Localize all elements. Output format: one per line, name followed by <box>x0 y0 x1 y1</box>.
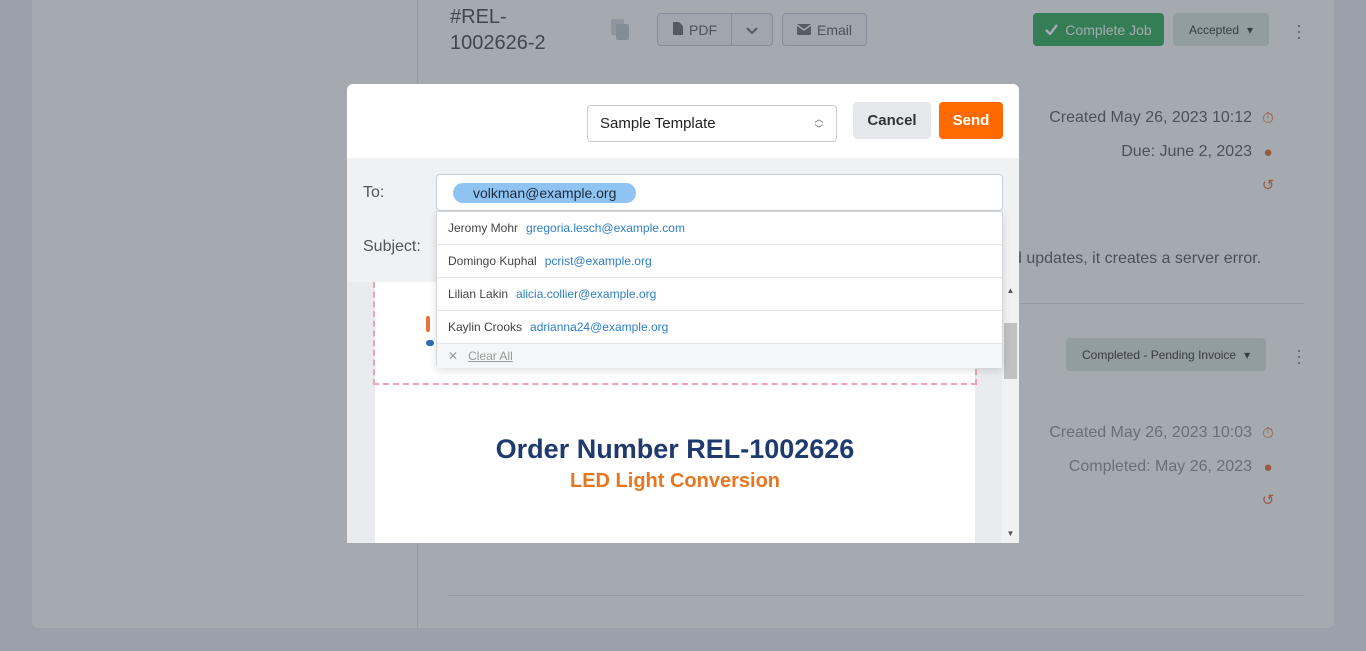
suggestion-name: Jeromy Mohr <box>448 221 519 235</box>
company-logo-mark <box>426 340 434 346</box>
suggestion-name: Domingo Kuphal <box>448 254 537 268</box>
recipient-chip[interactable]: volkman@example.org <box>453 183 637 203</box>
suggestion-item[interactable]: Domingo Kuphal pcrist@example.org <box>437 245 1002 278</box>
preview-scrollbar[interactable]: ▲ ▼ <box>1002 282 1019 543</box>
suggestion-item[interactable]: Jeromy Mohr gregoria.lesch@example.com <box>437 212 1002 245</box>
suggestion-item[interactable]: Kaylin Crooks adrianna24@example.org <box>437 311 1002 344</box>
order-subtitle: LED Light Conversion <box>570 470 780 492</box>
scroll-up-arrow-icon[interactable]: ▲ <box>1002 284 1019 298</box>
cancel-button[interactable]: Cancel <box>853 102 931 139</box>
recipient-suggestions: Jeromy Mohr gregoria.lesch@example.com D… <box>436 211 1003 368</box>
suggestions-footer: ✕ Clear All <box>437 344 1002 368</box>
template-select-value: Sample Template <box>600 115 716 132</box>
send-button[interactable]: Send <box>939 102 1003 139</box>
select-updown-icon: ︿ ﹀ <box>814 114 824 134</box>
subject-label: Subject: <box>363 238 421 255</box>
suggestion-email: adrianna24@example.org <box>530 320 669 334</box>
scrollbar-thumb[interactable] <box>1004 323 1017 379</box>
suggestion-name: Kaylin Crooks <box>448 320 523 334</box>
suggestion-item[interactable]: Lilian Lakin alicia.collier@example.org <box>437 278 1002 311</box>
scroll-down-arrow-icon[interactable]: ▼ <box>1002 527 1019 541</box>
suggestion-email: alicia.collier@example.org <box>516 287 657 301</box>
company-logo <box>426 316 430 332</box>
suggestion-name: Lilian Lakin <box>448 287 509 301</box>
to-label: To: <box>363 184 385 201</box>
to-input[interactable]: volkman@example.org <box>436 174 1003 211</box>
close-icon[interactable]: ✕ <box>448 349 458 363</box>
modal-header: Sample Template ︿ ﹀ Cancel Send <box>347 84 1019 158</box>
suggestion-email: pcrist@example.org <box>544 254 652 268</box>
order-title: Order Number REL-1002626 <box>495 434 855 464</box>
clear-all-link[interactable]: Clear All <box>468 349 513 363</box>
template-select[interactable]: Sample Template ︿ ﹀ <box>587 105 837 142</box>
suggestion-email: gregoria.lesch@example.com <box>526 221 685 235</box>
